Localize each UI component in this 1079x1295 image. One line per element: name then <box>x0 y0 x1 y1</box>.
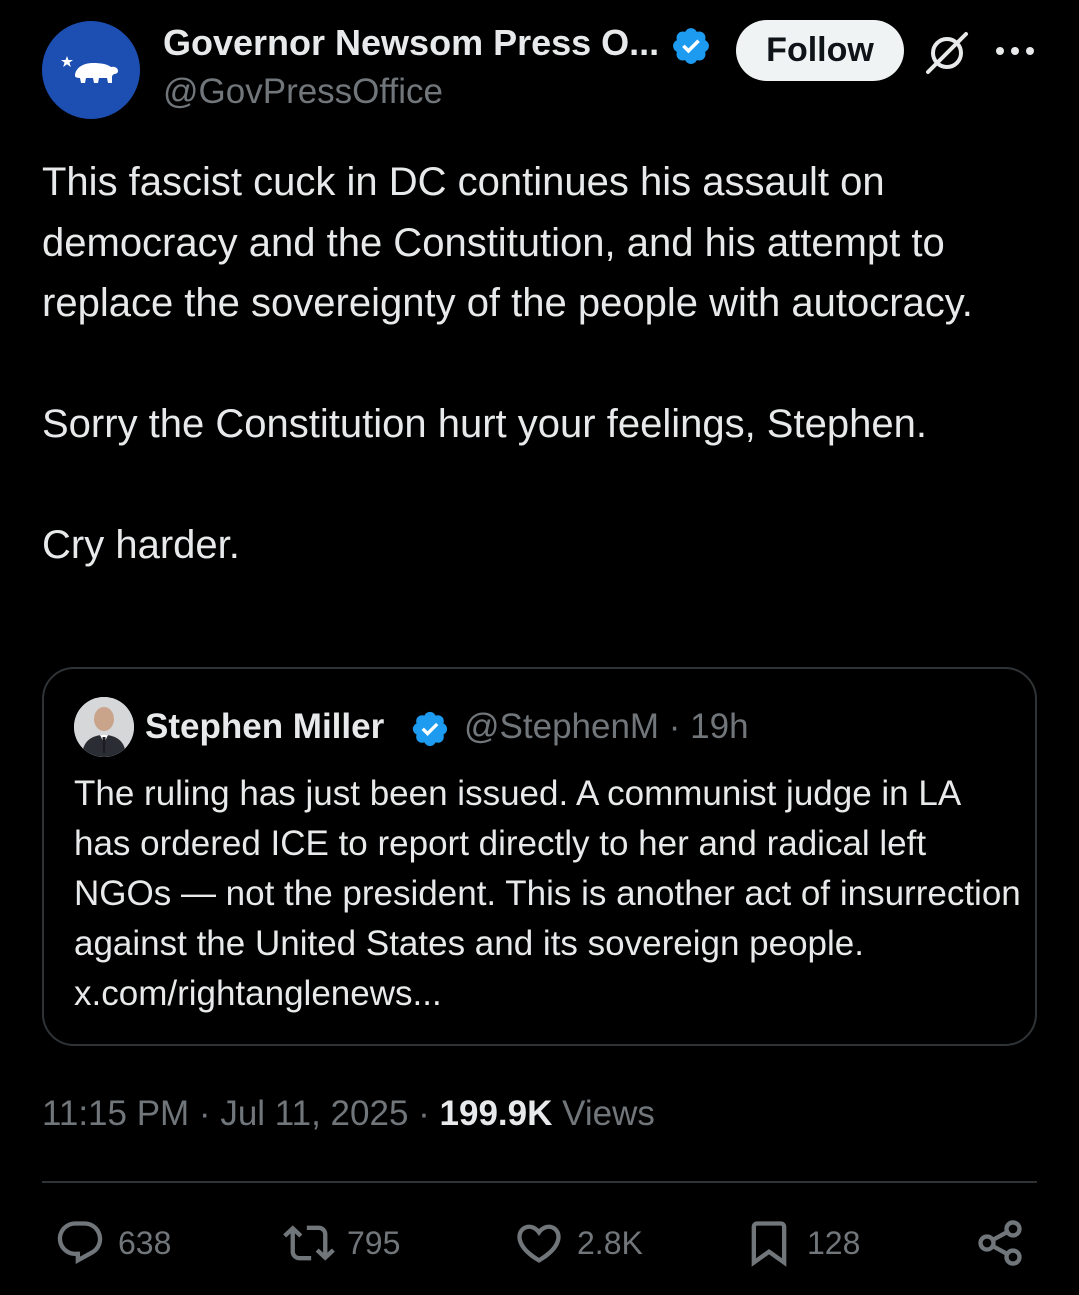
tweet-meta: 11:15 PM · Jul 11, 2025 · 199.9K Views <box>42 1094 655 1134</box>
author-avatar[interactable] <box>42 21 140 119</box>
verified-badge-icon <box>412 711 448 747</box>
like-count: 2.8K <box>577 1224 643 1261</box>
views-count: 199.9K <box>439 1094 553 1133</box>
tweet-text: This fascist cuck in DC continues his as… <box>42 160 973 567</box>
reply-count: 638 <box>118 1224 172 1261</box>
reply-icon <box>57 1221 103 1265</box>
author-name[interactable]: Governor Newsom Press O... <box>163 22 659 64</box>
verified-badge-icon <box>673 28 709 64</box>
person-avatar-icon <box>74 697 134 757</box>
like-button[interactable]: 2.8K <box>513 1215 643 1271</box>
divider <box>42 1181 1037 1183</box>
quoted-author-name: Stephen Miller <box>145 707 385 746</box>
share-button[interactable] <box>974 1215 1038 1271</box>
quoted-author-avatar <box>74 697 134 757</box>
quoted-author-handle-time: @StephenM · 19h <box>464 707 749 746</box>
bookmark-icon <box>751 1221 787 1267</box>
quoted-tweet-card[interactable]: Stephen Miller @StephenM · 19h The rulin… <box>42 667 1037 1046</box>
grok-icon[interactable] <box>924 30 970 76</box>
quoted-tweet-text: The ruling has just been issued. A commu… <box>74 774 1021 1013</box>
author-handle[interactable]: @GovPressOffice <box>163 72 443 112</box>
more-options-icon[interactable] <box>994 38 1036 64</box>
follow-button[interactable]: Follow <box>736 20 904 81</box>
repost-count: 795 <box>347 1224 401 1261</box>
timestamp[interactable]: 11:15 PM · Jul 11, 2025 · <box>42 1094 440 1133</box>
repost-button[interactable]: 795 <box>283 1215 400 1271</box>
repost-icon <box>283 1225 335 1261</box>
views-label: Views <box>552 1094 655 1133</box>
bookmark-count: 128 <box>807 1224 861 1261</box>
reply-button[interactable]: 638 <box>54 1215 171 1271</box>
heart-icon <box>517 1224 561 1263</box>
california-bear-icon <box>61 56 118 83</box>
bookmark-button[interactable]: 128 <box>743 1215 860 1271</box>
share-icon <box>978 1220 1022 1266</box>
